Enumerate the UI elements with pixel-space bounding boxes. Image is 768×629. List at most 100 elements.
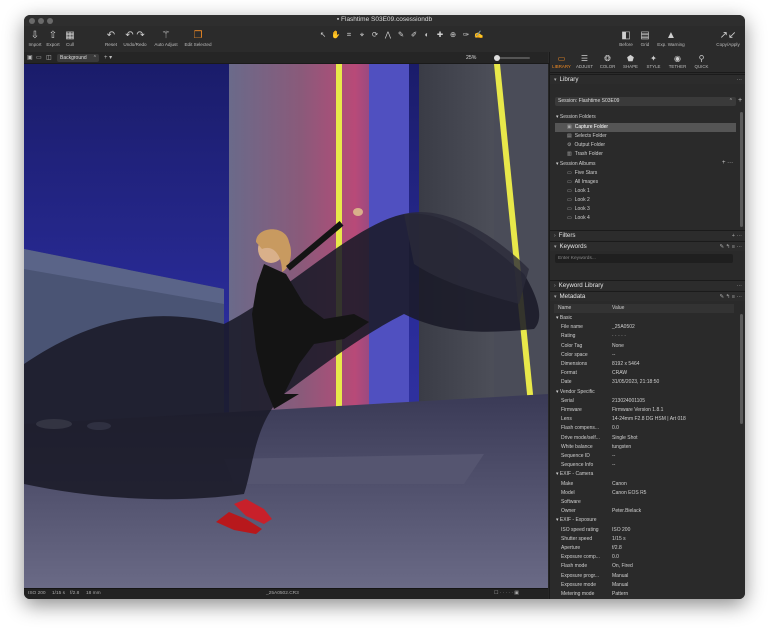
folder-capture[interactable]: ▣ Capture Folder: [555, 123, 736, 132]
tab-adjust[interactable]: ☰ ADJUST: [573, 54, 596, 70]
pan-cursor-icon[interactable]: ✋: [331, 29, 342, 41]
gradient-cursor-icon[interactable]: ◐: [422, 29, 433, 41]
pointer-cursor-icon[interactable]: ↖: [318, 29, 329, 41]
keywords-header[interactable]: ▾ Keywords ✎ ↰ ≡ ···: [550, 241, 745, 251]
annotate-cursor-icon[interactable]: ✍: [474, 29, 485, 41]
metadata-row[interactable]: Flash compens... 0.0: [550, 424, 740, 433]
metadata-row[interactable]: Exposure progr... Manual: [550, 572, 740, 581]
tab-color[interactable]: ❂ COLOR: [596, 54, 619, 70]
undo-redo-button[interactable]: ↶ ↷ Undo/Redo: [121, 29, 149, 48]
metadata-row[interactable]: File name _25A0502: [550, 323, 740, 332]
folder-output[interactable]: ⚙ Output Folder: [550, 141, 740, 150]
brush-cursor-icon[interactable]: ✎: [396, 29, 407, 41]
folder-trash[interactable]: ▥ Trash Folder: [550, 150, 740, 159]
add-session-icon[interactable]: +: [738, 97, 742, 104]
metadata-row[interactable]: Software: [550, 498, 740, 507]
background-select[interactable]: Background ⌃: [57, 54, 99, 62]
metadata-row[interactable]: Format CRAW: [550, 369, 740, 378]
metadata-row[interactable]: ISO speed rating ISO 200: [550, 526, 740, 535]
metadata-header[interactable]: ▾ Metadata ✎ ↰ ≡ ···: [550, 291, 745, 301]
album-look-1[interactable]: ▭ Look 1: [550, 187, 740, 196]
metadata-row[interactable]: Rating · · · · ·: [550, 332, 740, 341]
eraser-cursor-icon[interactable]: ✐: [409, 29, 420, 41]
picker-cursor-icon[interactable]: ✑: [461, 29, 472, 41]
filters-header[interactable]: › Filters + ···: [550, 230, 745, 240]
clone-cursor-icon[interactable]: ⊕: [448, 29, 459, 41]
column-value[interactable]: Value: [612, 304, 624, 313]
tab-tether[interactable]: ◉ TETHER: [666, 54, 689, 70]
library-header[interactable]: ▾ Library ···: [550, 74, 745, 84]
metadata-row[interactable]: Serial 213024001105: [550, 397, 740, 406]
metadata-row[interactable]: Shutter speed 1/15 s: [550, 535, 740, 544]
tab-quick[interactable]: ⚲ QUICK: [690, 54, 713, 70]
session-albums-group[interactable]: ▾ Session Albums: [556, 160, 595, 169]
import-button[interactable]: ⇩ Import: [26, 29, 44, 48]
album-all-images[interactable]: ▭ All Images: [550, 178, 740, 187]
metadata-row[interactable]: Owner Peter.Bielack: [550, 507, 740, 516]
metadata-row[interactable]: Make Canon: [550, 480, 740, 489]
edit-selected-button[interactable]: ❐ Edit Selected: [182, 29, 214, 48]
keyword-library-header[interactable]: › Keyword Library ···: [550, 280, 745, 290]
crop-cursor-icon[interactable]: ⌗: [344, 29, 355, 41]
metadata-group[interactable]: ▾ Vendor Specific: [556, 388, 595, 397]
metadata-group[interactable]: ▾ EXIF - Camera: [556, 470, 593, 479]
more-icon[interactable]: ···: [737, 75, 743, 85]
library-scrollbar[interactable]: [740, 112, 743, 227]
add-icon[interactable]: + ▾: [104, 53, 112, 63]
metadata-tools-icon[interactable]: ✎ ↰ ≡ ···: [719, 292, 742, 302]
auto-adjust-button[interactable]: ⚚ Auto Adjust: [152, 29, 180, 48]
album-look-2[interactable]: ▭ Look 2: [550, 196, 740, 205]
more-icon[interactable]: + ···: [732, 231, 742, 241]
metadata-row[interactable]: Firmware Firmware Version 1.8.1: [550, 406, 740, 415]
metadata-row[interactable]: Drive mode/self... Single Shot: [550, 434, 740, 443]
metadata-row[interactable]: Exposure comp... 0.0: [550, 553, 740, 562]
metadata-row[interactable]: White balance tungsten: [550, 443, 740, 452]
metadata-row[interactable]: Metering mode Pattern: [550, 590, 740, 599]
single-view-icon[interactable]: ▣: [27, 53, 33, 63]
metadata-row[interactable]: Flash mode On, Fired: [550, 562, 740, 571]
metadata-row[interactable]: Lens 14-24mm F2.8 DG HSM | Art 018: [550, 415, 740, 424]
tab-shape[interactable]: ⬟ SHAPE: [619, 54, 642, 70]
image-viewer[interactable]: [24, 64, 548, 588]
keyword-tools-icon[interactable]: ✎ ↰ ≡ ···: [719, 242, 742, 252]
session-select[interactable]: Session: Flashtime S03E09 ⌃: [555, 97, 736, 106]
album-look-4[interactable]: ▭ Look 4: [550, 214, 740, 223]
metadata-row[interactable]: Dimensions 8192 x 5464: [550, 360, 740, 369]
copy-apply-button[interactable]: ↗↙ Copy/Apply: [714, 29, 742, 48]
album-look-3[interactable]: ▭ Look 3: [550, 205, 740, 214]
straighten-cursor-icon[interactable]: ⌖: [357, 29, 368, 41]
metadata-row[interactable]: Color Tag None: [550, 342, 740, 351]
proof-view-icon[interactable]: ◫: [46, 53, 52, 63]
rotate-cursor-icon[interactable]: ⟳: [370, 29, 381, 41]
session-folders-group[interactable]: ▾ Session Folders: [556, 113, 596, 122]
multi-view-icon[interactable]: ▭: [36, 53, 42, 63]
zoom-slider[interactable]: [494, 55, 530, 61]
export-button[interactable]: ⇧ Export: [44, 29, 62, 48]
zoom-slider-knob[interactable]: [494, 55, 500, 61]
metadata-row[interactable]: Color space --: [550, 351, 740, 360]
keystone-cursor-icon[interactable]: ⋀: [383, 29, 394, 41]
metadata-row[interactable]: Sequence ID --: [550, 452, 740, 461]
metadata-group[interactable]: ▾ EXIF - Exposure: [556, 516, 597, 525]
grid-button[interactable]: ▤ Grid: [638, 29, 652, 48]
tab-library[interactable]: ▭ LIBRARY: [550, 54, 573, 70]
metadata-row[interactable]: Date 31/05/2023, 21:18:50: [550, 378, 740, 387]
metadata-scrollbar[interactable]: [740, 314, 743, 424]
metadata-group[interactable]: ▾ Basic: [556, 314, 572, 323]
heal-cursor-icon[interactable]: ✚: [435, 29, 446, 41]
add-album-icon[interactable]: + ···: [722, 160, 733, 166]
before-button[interactable]: ◧ Before: [616, 29, 636, 48]
tab-style[interactable]: ✦ STYLE: [642, 54, 665, 70]
metadata-row[interactable]: Model Canon EOS R5: [550, 489, 740, 498]
keywords-input[interactable]: Enter Keywords...: [555, 254, 733, 263]
album-five-stars[interactable]: ▭ Five Stars: [550, 169, 740, 178]
rating-dots[interactable]: ☐ · · · · · ▣: [494, 589, 519, 599]
exposure-warning-button[interactable]: ▲ Exp. Warning: [656, 29, 686, 48]
folder-selects[interactable]: ▤ Selects Folder: [550, 132, 740, 141]
metadata-row[interactable]: Aperture f/2.8: [550, 544, 740, 553]
cull-button[interactable]: ▦ Cull: [62, 29, 78, 48]
metadata-row[interactable]: Exposure mode Manual: [550, 581, 740, 590]
more-icon[interactable]: ···: [737, 281, 743, 291]
column-name[interactable]: Name: [558, 304, 571, 313]
reset-button[interactable]: ↶ Reset: [102, 29, 120, 48]
